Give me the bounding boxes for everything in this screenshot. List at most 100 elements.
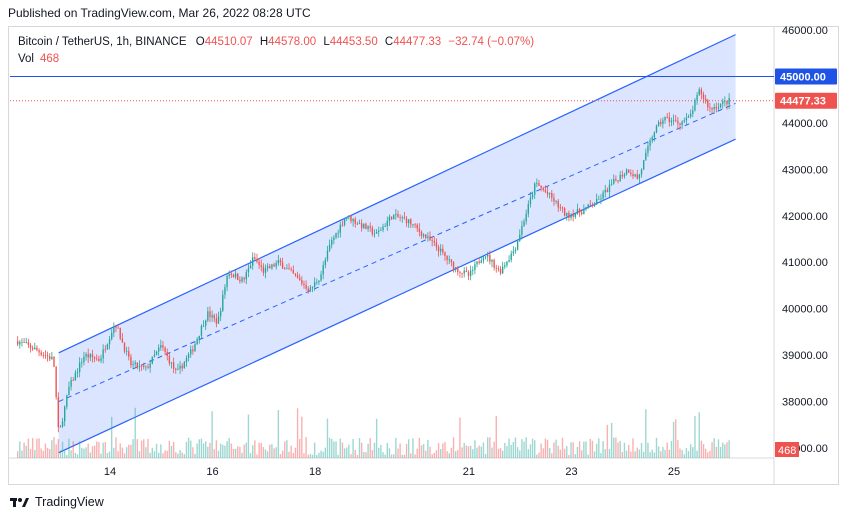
candle-body[interactable]	[373, 233, 376, 235]
candle-body[interactable]	[266, 266, 269, 269]
candle-body[interactable]	[125, 351, 128, 352]
candle-body[interactable]	[482, 257, 485, 261]
candle-body[interactable]	[292, 269, 294, 274]
candle-body[interactable]	[136, 362, 139, 368]
candle-body[interactable]	[168, 355, 171, 364]
candle-body[interactable]	[288, 268, 290, 270]
candle-body[interactable]	[234, 273, 237, 278]
candle-body[interactable]	[134, 362, 136, 365]
candle-body[interactable]	[386, 221, 388, 227]
candle-body[interactable]	[294, 273, 297, 276]
candle-body[interactable]	[55, 366, 57, 398]
candle-body[interactable]	[544, 189, 547, 193]
candle-body[interactable]	[514, 249, 517, 252]
candle-body[interactable]	[525, 213, 527, 222]
candle-body[interactable]	[726, 101, 728, 105]
candle-body[interactable]	[271, 264, 273, 269]
candle-body[interactable]	[49, 356, 51, 360]
candle-body[interactable]	[219, 310, 222, 317]
candle-body[interactable]	[585, 207, 587, 210]
candle-body[interactable]	[583, 209, 585, 215]
candle-body[interactable]	[397, 213, 399, 218]
candle-body[interactable]	[222, 294, 224, 311]
candle-body[interactable]	[254, 257, 256, 260]
candle-body[interactable]	[196, 339, 198, 344]
candle-body[interactable]	[16, 341, 19, 345]
candle-body[interactable]	[252, 257, 254, 266]
candle-body[interactable]	[551, 193, 553, 198]
candle-body[interactable]	[113, 326, 115, 333]
candle-body[interactable]	[108, 339, 111, 345]
candle-body[interactable]	[506, 261, 508, 266]
candle-body[interactable]	[273, 264, 275, 267]
candle-body[interactable]	[559, 207, 562, 209]
candle-body[interactable]	[675, 119, 677, 121]
candle-body[interactable]	[604, 189, 606, 193]
candle-body[interactable]	[106, 344, 109, 350]
candle-body[interactable]	[316, 282, 318, 284]
candle-body[interactable]	[677, 120, 679, 124]
candle-body[interactable]	[469, 270, 472, 277]
candle-body[interactable]	[333, 237, 335, 240]
candle-body[interactable]	[660, 122, 662, 124]
candle-body[interactable]	[489, 254, 491, 262]
candle-body[interactable]	[153, 354, 156, 357]
candle-body[interactable]	[568, 212, 570, 218]
candle-body[interactable]	[172, 362, 175, 369]
candle-body[interactable]	[194, 343, 196, 352]
candle-body[interactable]	[207, 311, 209, 321]
candle-body[interactable]	[685, 117, 688, 121]
candle-body[interactable]	[348, 215, 350, 218]
candle-body[interactable]	[46, 355, 49, 357]
candle-body[interactable]	[563, 208, 566, 216]
candle-body[interactable]	[615, 178, 617, 181]
candle-body[interactable]	[34, 347, 36, 350]
candle-body[interactable]	[215, 318, 218, 324]
candle-body[interactable]	[151, 356, 153, 364]
candle-body[interactable]	[70, 380, 72, 387]
candle-body[interactable]	[412, 224, 414, 226]
candle-body[interactable]	[78, 362, 81, 372]
candle-body[interactable]	[621, 175, 624, 177]
candle-body[interactable]	[711, 108, 713, 110]
candle-body[interactable]	[634, 174, 636, 177]
candle-body[interactable]	[187, 354, 190, 359]
candle-body[interactable]	[478, 261, 480, 263]
candle-body[interactable]	[553, 197, 555, 202]
candle-body[interactable]	[243, 277, 245, 280]
candle-body[interactable]	[228, 273, 230, 276]
candle-body[interactable]	[523, 221, 525, 226]
candle-body[interactable]	[467, 272, 470, 277]
candle-body[interactable]	[339, 224, 341, 233]
candle-body[interactable]	[23, 341, 25, 343]
candle-body[interactable]	[461, 272, 463, 274]
candle-body[interactable]	[38, 350, 40, 353]
candle-body[interactable]	[595, 199, 598, 205]
candle-body[interactable]	[508, 259, 510, 262]
candle-body[interactable]	[322, 265, 324, 275]
candle-body[interactable]	[719, 103, 722, 108]
candle-body[interactable]	[687, 116, 690, 118]
candle-body[interactable]	[303, 283, 305, 286]
candle-body[interactable]	[192, 349, 194, 352]
candle-body[interactable]	[600, 198, 602, 200]
candle-body[interactable]	[91, 354, 94, 358]
candle-body[interactable]	[226, 275, 228, 288]
candle-body[interactable]	[679, 123, 681, 126]
candle-body[interactable]	[617, 180, 619, 182]
candle-body[interactable]	[198, 335, 200, 340]
candle-body[interactable]	[211, 315, 213, 318]
candle-body[interactable]	[405, 218, 408, 224]
candle-body[interactable]	[29, 344, 32, 348]
candle-body[interactable]	[284, 268, 286, 270]
candle-body[interactable]	[700, 89, 703, 95]
candle-body[interactable]	[279, 260, 282, 263]
candle-body[interactable]	[59, 426, 62, 428]
candle-body[interactable]	[143, 365, 145, 368]
candle-body[interactable]	[647, 145, 649, 153]
candle-body[interactable]	[25, 342, 27, 344]
candle-body[interactable]	[98, 358, 100, 361]
candle-body[interactable]	[598, 198, 600, 200]
candle-body[interactable]	[119, 327, 121, 339]
candle-body[interactable]	[501, 266, 504, 274]
